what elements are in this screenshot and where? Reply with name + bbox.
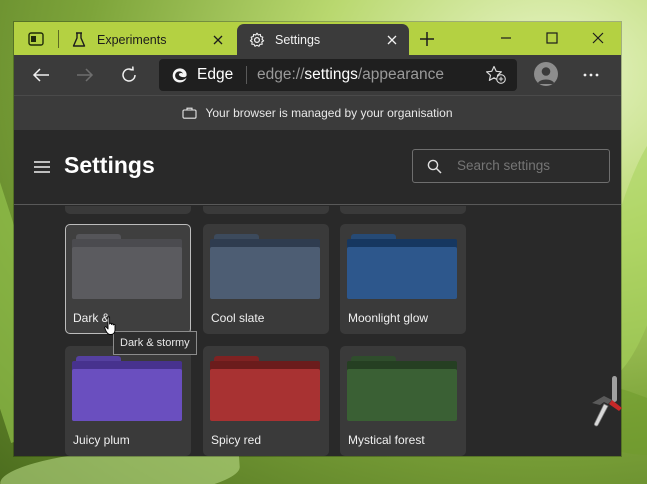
theme-card-moonlight-glow[interactable]: Moonlight glow [340,224,466,334]
person-icon [537,67,555,84]
theme-card-spicy-red[interactable]: Spicy red [203,346,329,456]
star-add-icon [486,65,506,84]
flask-icon [71,31,87,48]
address-separator [246,66,247,84]
close-icon[interactable] [385,33,399,47]
more-options-button[interactable] [580,64,602,86]
browser-toolbar: Edge edge://settings/appearance [14,55,621,95]
tab-actions-menu-button[interactable] [28,32,44,46]
theme-label: Spicy red [211,433,262,447]
theme-label: Cool slate [211,311,265,325]
tab-strip: Experiments Settings [14,22,621,55]
profile-avatar[interactable] [534,62,558,86]
settings-page: Settings Dark & [14,130,621,456]
hamburger-icon [34,161,50,173]
close-icon[interactable] [211,33,225,47]
theme-card-partial[interactable] [203,206,329,214]
folder-preview-icon [347,231,457,299]
window-close-button[interactable] [575,22,621,54]
arrow-right-icon [77,68,94,82]
briefcase-icon [182,107,198,119]
edge-brand-label: Edge [197,66,234,83]
minimize-icon [501,37,511,39]
url-text[interactable]: edge://settings/appearance [257,66,444,84]
gear-icon [249,32,265,48]
url-prefix: edge:// [257,66,305,83]
maximize-button[interactable] [529,22,575,54]
theme-card-partial[interactable] [340,206,466,214]
edge-logo-icon [172,68,187,83]
tab-actions-icon [28,32,44,46]
new-tab-button[interactable] [418,30,436,48]
close-icon [592,32,604,44]
theme-card-cool-slate[interactable]: Cool slate [203,224,329,334]
theme-card-mystical-forest[interactable]: Mystical forest [340,346,466,456]
url-suffix: /appearance [357,66,445,83]
forward-button[interactable] [74,64,96,86]
address-bar[interactable]: Edge edge://settings/appearance [159,59,517,91]
menu-button[interactable] [34,160,50,174]
refresh-button[interactable] [118,64,140,86]
managed-text: Your browser is managed by your organisa… [205,106,453,120]
url-strong: settings [304,66,358,83]
page-title: Settings [64,152,155,178]
search-input[interactable] [457,158,602,173]
folder-preview-icon [210,231,320,299]
managed-banner[interactable]: Your browser is managed by your organisa… [14,95,621,130]
folder-preview-icon [210,353,320,421]
add-favorite-button[interactable] [485,65,507,85]
hand-cursor-icon [104,316,116,335]
settings-header: Settings [14,130,621,205]
folder-preview-icon [72,353,182,421]
hammer-logo-icon [592,396,622,427]
theme-gallery: Dark & Cool slate Moonlight glow Juicy p… [14,206,621,456]
folder-preview-icon [347,353,457,421]
search-box[interactable] [412,149,610,183]
plus-icon [420,32,434,46]
more-dots-icon [583,73,599,77]
theme-label: Moonlight glow [348,311,429,325]
theme-card-juicy-plum[interactable]: Juicy plum [65,346,191,456]
theme-label: Juicy plum [73,433,130,447]
search-icon [427,159,442,174]
theme-label: Mystical forest [348,433,425,447]
theme-card-dark-stormy[interactable]: Dark & [65,224,191,334]
arrow-left-icon [32,68,49,82]
browser-window: Experiments Settings Edge edge://setting… [14,22,621,456]
theme-tooltip: Dark & stormy [113,331,197,355]
back-button[interactable] [30,64,52,86]
tab-title: Settings [275,32,321,47]
tab-title: Experiments [97,32,167,47]
maximize-icon [546,32,558,44]
tab-experiments[interactable]: Experiments [59,24,235,55]
folder-preview-icon [72,231,182,299]
theme-card-partial[interactable] [65,206,191,214]
refresh-icon [122,66,136,82]
minimize-button[interactable] [483,22,529,54]
tab-settings[interactable]: Settings [237,24,409,55]
